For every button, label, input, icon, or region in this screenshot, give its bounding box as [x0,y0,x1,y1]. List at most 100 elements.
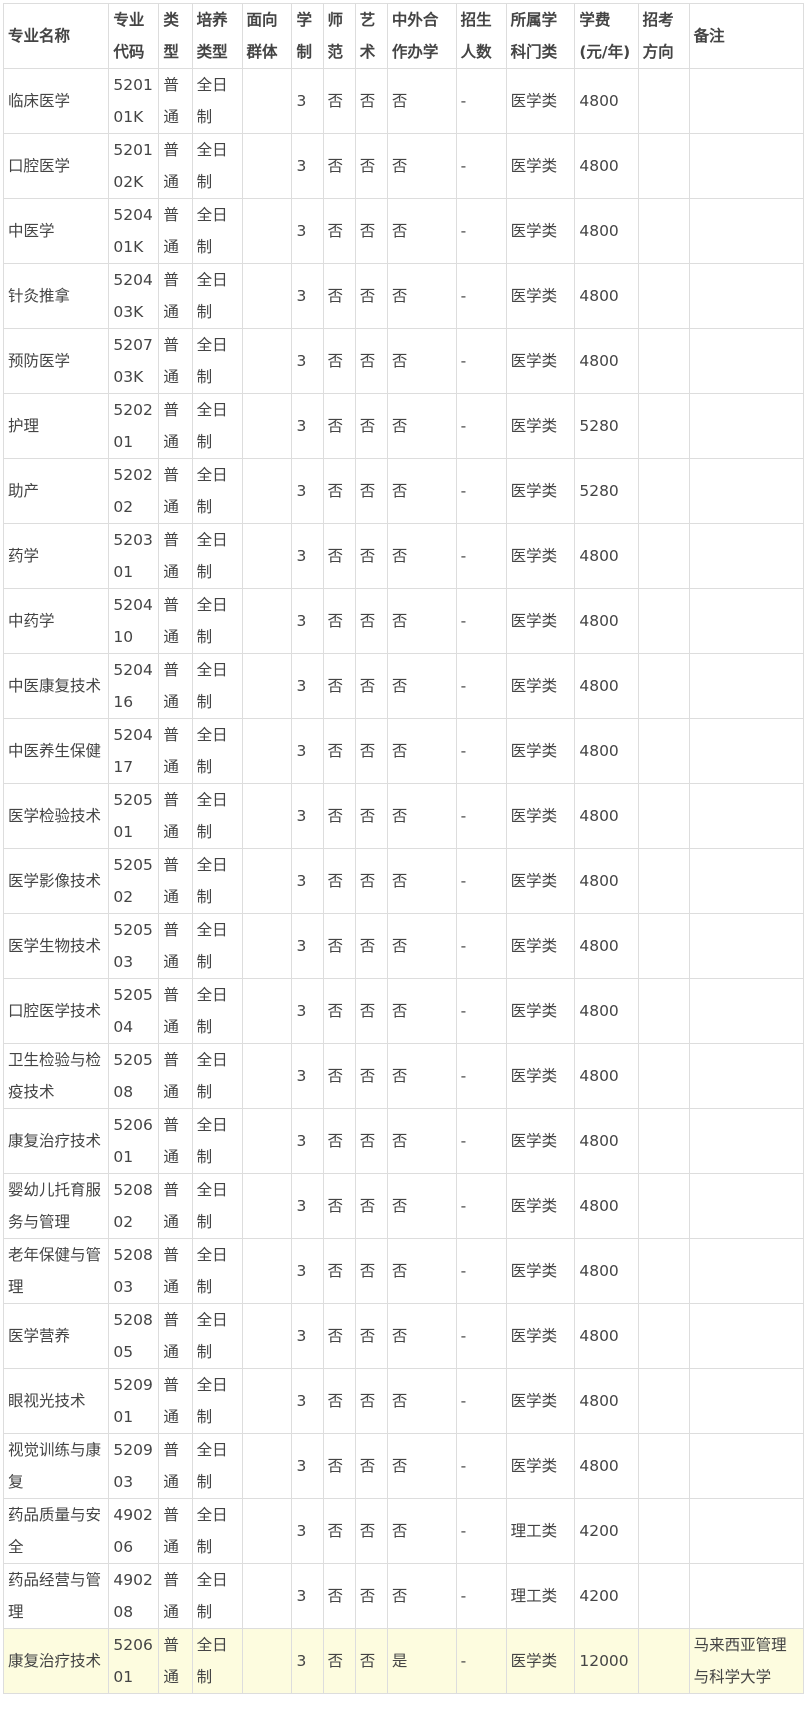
cell-normal: 否 [322,978,356,1044]
cell-target-group [241,328,293,394]
cell-major-name: 眼视光技术 [2,1368,110,1434]
cell-major-name: 医学检验技术 [2,783,110,849]
cell-tuition: 4800 [574,1433,639,1499]
cell-exam-direction [637,1238,690,1304]
table-row: 中医养生保健 520417 普通 全日制 3 否否否 - 医学类 4800 [2,718,805,784]
cell-enrollment: - [455,328,507,394]
cell-exam-direction [637,783,690,849]
cell-duration: 3 [291,718,324,784]
cell-type: 普通 [158,68,193,134]
cell-exam-direction [637,1108,690,1174]
cell-target-group [241,978,293,1044]
cell-duration: 3 [291,263,324,329]
cell-major-name: 药品经营与管理 [2,1563,110,1629]
cell-tuition: 4800 [574,328,639,394]
cell-joint-program: 否 [386,1108,457,1174]
cell-normal: 否 [322,1628,356,1694]
cell-target-group [241,653,293,719]
cell-target-group [241,783,293,849]
cell-remarks: 马来西亚管理与科学大学 [688,1628,805,1694]
cell-type: 普通 [158,1433,193,1499]
cell-enrollment: - [455,1628,507,1694]
cell-major-code: 520803 [108,1238,160,1304]
cell-target-group [241,1628,293,1694]
cell-major-name: 婴幼儿托育服务与管理 [2,1173,110,1239]
cell-remarks [688,263,805,329]
header-type: 类型 [158,3,193,69]
cell-target-group [241,1368,293,1434]
cell-exam-direction [637,1433,690,1499]
cell-study-mode: 全日制 [191,68,243,134]
cell-major-code: 520102K [108,133,160,199]
cell-art: 否 [354,848,388,914]
cell-study-mode: 全日制 [191,393,243,459]
header-study-mode: 培养类型 [191,3,243,69]
cell-target-group [241,393,293,459]
cell-art: 否 [354,458,388,524]
cell-study-mode: 全日制 [191,1563,243,1629]
cell-enrollment: - [455,978,507,1044]
cell-exam-direction [637,523,690,589]
cell-tuition: 5280 [574,393,639,459]
cell-major-code: 520802 [108,1173,160,1239]
cell-normal: 否 [322,198,356,264]
cell-exam-direction [637,263,690,329]
cell-normal: 否 [322,1433,356,1499]
cell-study-mode: 全日制 [191,848,243,914]
table-row: 口腔医学 520102K 普通 全日制 3 否否否 - 医学类 4800 [2,133,805,199]
table-row: 婴幼儿托育服务与管理 520802 普通 全日制 3 否否否 - 医学类 4800 [2,1173,805,1239]
cell-discipline: 医学类 [505,1628,576,1694]
cell-major-code: 490208 [108,1563,160,1629]
cell-target-group [241,523,293,589]
cell-type: 普通 [158,1368,193,1434]
header-joint-program: 中外合作办学 [386,3,457,69]
cell-study-mode: 全日制 [191,1108,243,1174]
cell-normal: 否 [322,653,356,719]
cell-remarks [688,1368,805,1434]
cell-art: 否 [354,1433,388,1499]
cell-discipline: 医学类 [505,393,576,459]
cell-normal: 否 [322,848,356,914]
cell-remarks [688,1108,805,1174]
cell-discipline: 医学类 [505,1433,576,1499]
cell-major-name: 针灸推拿 [2,263,110,329]
table-row: 中药学 520410 普通 全日制 3 否否否 - 医学类 4800 [2,588,805,654]
cell-remarks [688,783,805,849]
cell-study-mode: 全日制 [191,588,243,654]
header-duration: 学制 [291,3,324,69]
header-normal: 师范 [322,3,356,69]
cell-major-name: 药品质量与安全 [2,1498,110,1564]
cell-enrollment: - [455,1368,507,1434]
cell-remarks [688,978,805,1044]
cell-remarks [688,1433,805,1499]
cell-study-mode: 全日制 [191,263,243,329]
cell-exam-direction [637,1303,690,1369]
cell-duration: 3 [291,783,324,849]
cell-discipline: 医学类 [505,328,576,394]
cell-normal: 否 [322,1563,356,1629]
cell-target-group [241,133,293,199]
cell-study-mode: 全日制 [191,1303,243,1369]
cell-remarks [688,133,805,199]
cell-major-name: 药学 [2,523,110,589]
cell-normal: 否 [322,133,356,199]
cell-joint-program: 否 [386,783,457,849]
table-row: 针灸推拿 520403K 普通 全日制 3 否否否 - 医学类 4800 [2,263,805,329]
header-exam-direction: 招考方向 [637,3,690,69]
cell-type: 普通 [158,978,193,1044]
cell-remarks [688,653,805,719]
cell-tuition: 4800 [574,1238,639,1304]
table-row: 康复治疗技术 520601 普通 全日制 3 否否是 - 医学类 12000 马来西亚管理与科学大… [2,1628,805,1694]
cell-remarks [688,1303,805,1369]
table-row: 医学影像技术 520502 普通 全日制 3 否否否 - 医学类 4800 [2,848,805,914]
cell-major-name: 老年保健与管理 [2,1238,110,1304]
cell-major-code: 520401K [108,198,160,264]
cell-normal: 否 [322,588,356,654]
cell-art: 否 [354,133,388,199]
cell-major-code: 520501 [108,783,160,849]
cell-joint-program: 否 [386,913,457,979]
cell-enrollment: - [455,653,507,719]
cell-enrollment: - [455,783,507,849]
cell-joint-program: 否 [386,718,457,784]
table-row: 药品经营与管理 490208 普通 全日制 3 否否否 - 理工类 4200 [2,1563,805,1629]
